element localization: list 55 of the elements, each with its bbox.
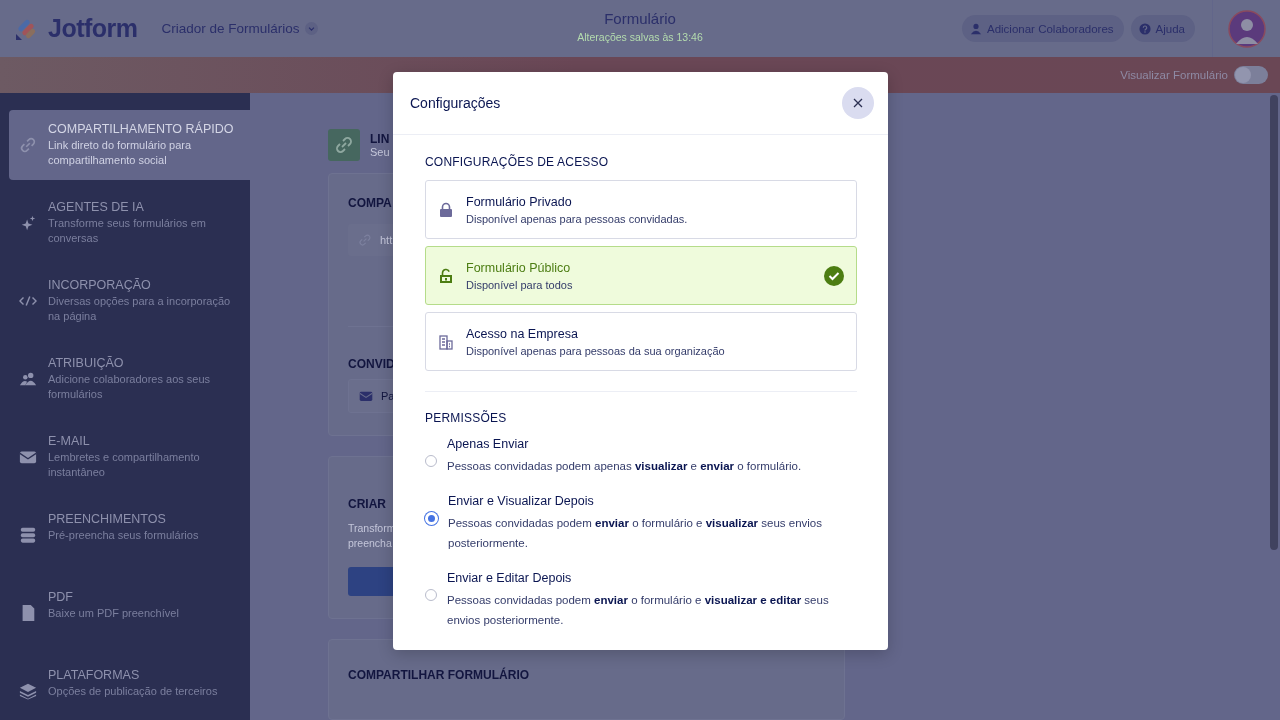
option-description: Disponível para todos: [466, 278, 574, 291]
option-description: Disponível apenas para pessoas convidadas.: [466, 212, 689, 225]
permission-title: Enviar e Editar Depois: [447, 571, 573, 585]
card-heading: CONVID: [348, 357, 395, 371]
people-icon: [19, 370, 37, 388]
permission-title: Enviar e Visualizar Depois: [448, 494, 595, 508]
form-title: Formulário: [603, 10, 677, 27]
sidebar-item[interactable]: AGENTES DE IA Transforme seus formulários em conversas: [9, 188, 250, 258]
permission-description: Pessoas convidadas podem apenas visualizar e enviar o formulário.: [447, 459, 802, 474]
link-icon: [328, 129, 360, 161]
card-heading: COMPARTILHAR FORMULÁRIO: [348, 668, 530, 682]
sidebar-item[interactable]: PREENCHIMENTOS Pré-preencha seus formulários: [9, 500, 250, 570]
sidebar-item[interactable]: PLATAFORMAS Opções de publicação de terceiros: [9, 656, 250, 720]
logo-wordmark[interactable]: Jotform: [48, 14, 138, 43]
section-heading: CONFIGURAÇÕES DE ACESSO: [425, 155, 610, 169]
unlock-icon: [438, 267, 454, 284]
option-title: Formulário Público: [466, 260, 572, 275]
sidebar-item[interactable]: E-MAIL Lembretes e compartilhamento instantâneo: [9, 422, 250, 492]
access-option[interactable]: Acesso na Empresa Disponível apenas para pessoas da sua organização: [425, 312, 857, 371]
permission-description: Pessoas convidadas podem enviar o formulário e visualizar e editar seus envios posteriormente.: [447, 593, 830, 628]
access-option[interactable]: Formulário Público Disponível para todos: [425, 246, 857, 305]
permission-title: Apenas Enviar: [447, 437, 530, 451]
option-description: Disponível apenas para pessoas da sua organização: [466, 344, 726, 357]
building-icon: [438, 333, 454, 350]
permission-description: Pessoas convidadas podem enviar o formulário e visualizar seus envios posteriormente.: [448, 516, 823, 551]
section-heading: PERMISSÕES: [425, 411, 508, 425]
card-heading: COMPA: [348, 196, 392, 210]
help-icon: [1138, 22, 1151, 35]
section-subtitle: Seu: [370, 146, 390, 158]
option-title: Acesso na Empresa: [466, 326, 579, 341]
preview-toggle[interactable]: [1234, 66, 1268, 84]
card-heading: CRIAR: [348, 497, 386, 511]
envelope-icon: [359, 389, 373, 403]
section-title: LIN: [370, 132, 390, 146]
person-icon: [970, 22, 982, 35]
layers-icon: [19, 682, 37, 700]
dialog-title: Configurações: [410, 95, 501, 111]
lock-icon: [438, 201, 454, 218]
check-icon: [824, 265, 844, 286]
close-icon: [853, 98, 863, 108]
link-icon: [19, 136, 37, 154]
sidebar-item[interactable]: INCORPORAÇÃO Diversas opções para a incorporação na página: [9, 266, 250, 336]
preview-label: Visualizar Formulário: [1120, 69, 1228, 81]
chevron-down-icon: [304, 22, 318, 35]
sidebar-item[interactable]: COMPARTILHAMENTO RÁPIDO Link direto do formulário para compartilhamento social: [9, 110, 250, 180]
sidebar-item[interactable]: ATRIBUIÇÃO Adicione colaboradores aos seus formulários: [9, 344, 250, 414]
close-button[interactable]: [842, 87, 874, 119]
avatar-icon[interactable]: [1228, 9, 1266, 48]
sidebar-item[interactable]: PDF Baixe um PDF preenchível: [9, 578, 250, 648]
scrollbar[interactable]: [1270, 95, 1278, 550]
save-status: Alterações salvas às 13:46: [576, 31, 704, 43]
option-title: Formulário Privado: [466, 194, 573, 209]
builder-menu[interactable]: Criador de Formulários: [161, 21, 318, 36]
stack-icon: [19, 526, 37, 544]
access-option[interactable]: Formulário Privado Disponível apenas para pessoas convidadas.: [425, 180, 857, 239]
